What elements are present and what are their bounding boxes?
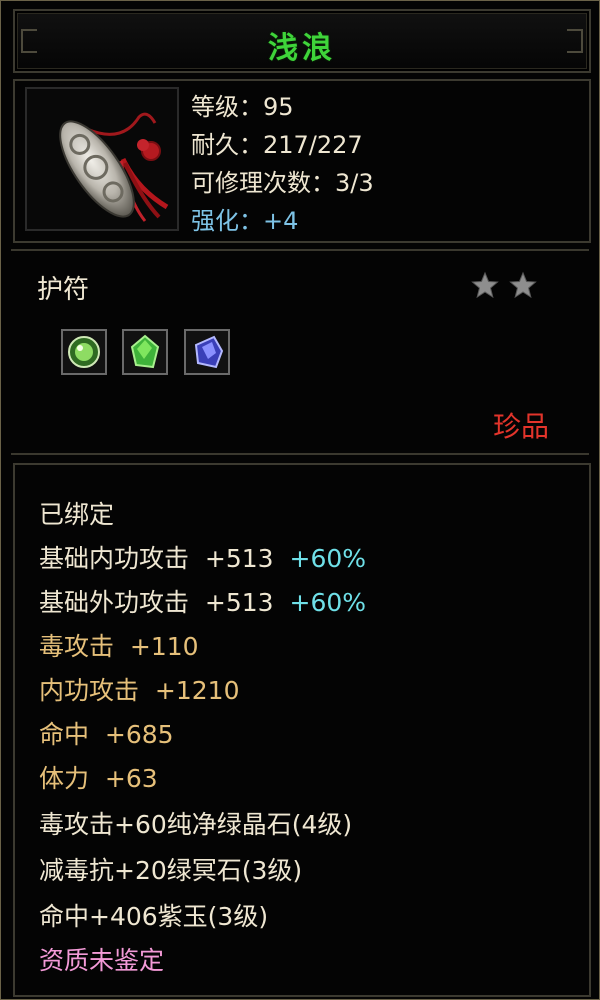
- attr-value: +685: [104, 720, 174, 749]
- enhance-value: +4: [263, 207, 299, 235]
- green-round-gem-icon[interactable]: [61, 329, 107, 375]
- item-tooltip: 浅浪 等级：95 耐久：217/227 可修理次数：3/3 强化：+4 护符 珍…: [0, 0, 600, 1000]
- attr-label: 基础外功攻击: [39, 588, 190, 617]
- attr-value: +1210: [154, 676, 240, 705]
- repair-count-stat: 可修理次数：3/3: [191, 169, 374, 197]
- star-icon: [509, 271, 537, 299]
- attr-label: 毒攻击: [39, 632, 115, 661]
- socket-gem-2: 减毒抗+20绿冥石(3级): [39, 856, 303, 885]
- aptitude-status: 资质未鉴定: [39, 946, 165, 975]
- bound-status: 已绑定: [39, 500, 115, 529]
- attr-value: +513: [204, 544, 274, 573]
- divider: [11, 453, 589, 455]
- attr-bonus: +60%: [289, 544, 367, 573]
- attr-label: 内功攻击: [39, 676, 140, 705]
- item-name: 浅浪: [268, 31, 336, 66]
- socket-gem-3: 命中+406紫玉(3级): [39, 902, 269, 931]
- green-crystal-icon[interactable]: [122, 329, 168, 375]
- purple-crystal-icon[interactable]: [184, 329, 230, 375]
- enhance-stat: 强化：+4: [191, 201, 298, 236]
- divider: [11, 249, 589, 251]
- attr-value: +63: [104, 764, 158, 793]
- rarity-label: 珍品: [493, 410, 550, 443]
- attr-label: 体力: [39, 764, 90, 793]
- jade-amulet-icon: [59, 112, 169, 222]
- attr-label: 命中: [39, 720, 90, 749]
- item-info-panel: 等级：95 耐久：217/227 可修理次数：3/3 强化：+4: [13, 79, 591, 243]
- attr-value: +110: [129, 632, 199, 661]
- attr-poison-attack: 毒攻击 +110: [39, 627, 199, 663]
- attr-stamina: 体力 +63: [39, 759, 158, 795]
- item-category: 护符: [37, 275, 90, 305]
- attributes-panel: 已绑定 基础内功攻击 +513 +60% 基础外功攻击 +513 +60% 毒攻…: [13, 463, 591, 997]
- attr-value: +513: [204, 588, 274, 617]
- attr-label: 基础内功攻击: [39, 544, 190, 573]
- durability-stat: 耐久：217/227: [191, 131, 363, 159]
- attr-bonus: +60%: [289, 588, 367, 617]
- enhance-label: 强化：: [191, 207, 263, 235]
- star-icon: [471, 271, 499, 299]
- attr-base-inner-attack: 基础内功攻击 +513 +60%: [39, 539, 366, 575]
- attr-inner-attack: 内功攻击 +1210: [39, 671, 240, 707]
- socket-gem-1: 毒攻击+60纯净绿晶石(4级): [39, 810, 353, 839]
- item-icon-frame: [25, 87, 179, 231]
- attr-hit: 命中 +685: [39, 715, 174, 751]
- title-bar: 浅浪: [13, 9, 591, 73]
- attr-base-outer-attack: 基础外功攻击 +513 +60%: [39, 583, 366, 619]
- level-stat: 等级：95: [191, 93, 294, 121]
